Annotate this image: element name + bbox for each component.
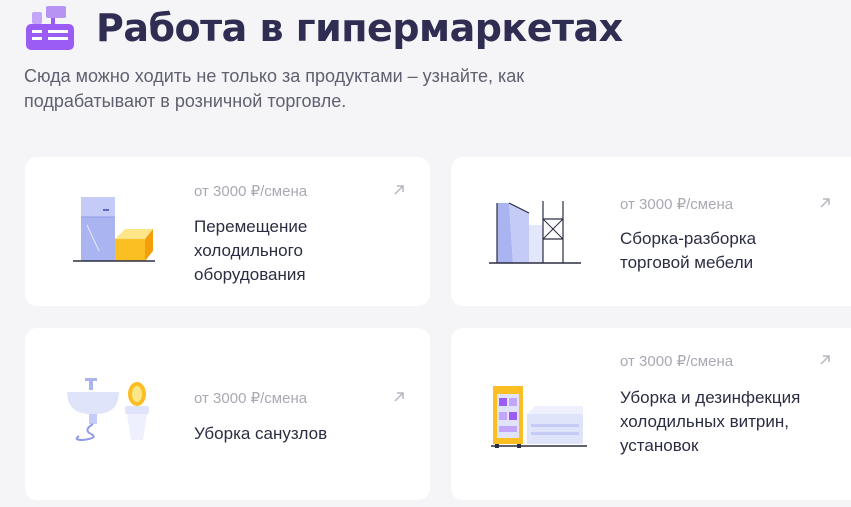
card-title: Сборка-разборка торговой мебели [620,229,757,272]
shelving-icon [489,201,581,264]
card-price: от 3000 ₽/смена [620,196,734,213]
job-card-fridge-moving[interactable]: от 3000 ₽/смена Перемещение холодильного… [25,157,430,306]
card-price: от 3000 ₽/смена [194,390,308,407]
page-header: Работа в гипермаркетах [24,4,623,52]
page-title: Работа в гипермаркетах [96,6,623,50]
job-card-restroom-cleaning[interactable]: от 3000 ₽/смена Уборка санузлов [25,328,430,500]
display-fridge-icon [491,386,587,448]
job-card-display-fridge-cleaning[interactable]: от 3000 ₽/смена Уборка и дезинфекция хол… [451,328,851,500]
card-title: Перемещение холодильного оборудования [194,217,308,284]
card-price: от 3000 ₽/смена [194,183,308,200]
fridge-icon [73,197,155,262]
card-price: от 3000 ₽/смена [620,353,734,370]
restroom-icon [67,378,149,442]
card-title: Уборка и дезинфекция холодильных витрин,… [620,388,801,455]
arrow-up-right-icon [820,198,830,208]
arrow-up-right-icon [820,355,830,365]
page-subtitle: Сюда можно ходить не только за продуктам… [24,66,525,111]
arrow-up-right-icon [394,185,404,195]
arrow-up-right-icon [394,392,404,402]
job-card-furniture-assembly[interactable]: от 3000 ₽/смена Сборка-разборка торговой… [451,157,851,306]
cash-register-icon [26,6,74,50]
card-title: Уборка санузлов [194,424,328,443]
